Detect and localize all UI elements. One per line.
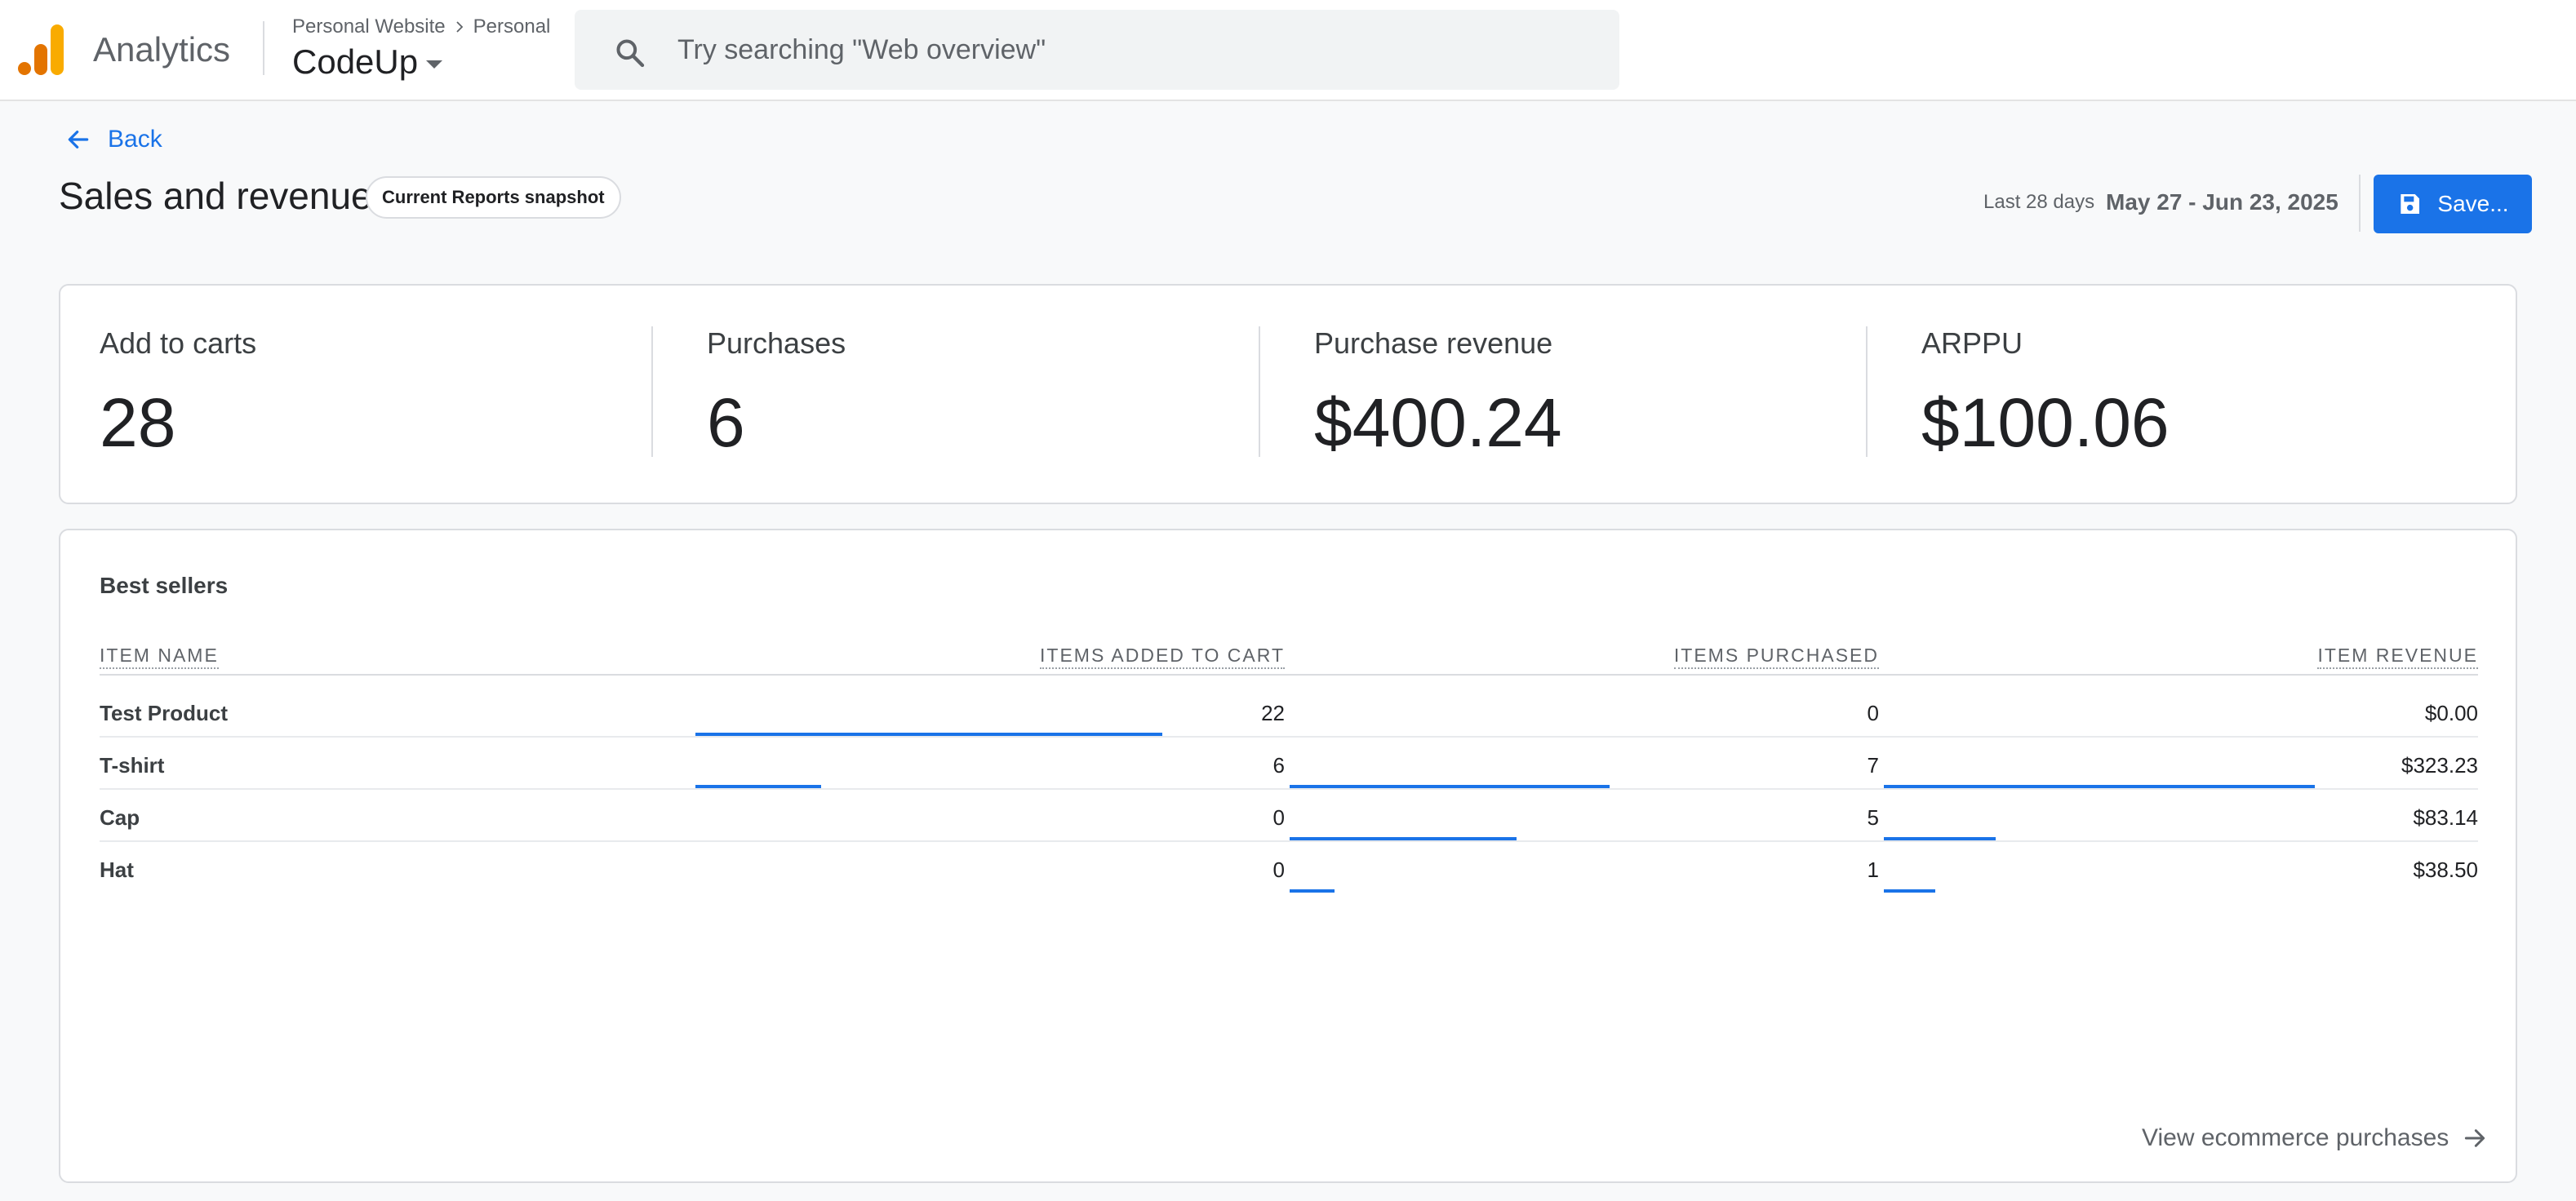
item-revenue-bar: [1884, 785, 2315, 788]
kpi-arppu[interactable]: ARPPU $100.06: [1882, 286, 2489, 503]
kpi-value: $400.24: [1314, 384, 1562, 461]
date-range-label[interactable]: Last 28 days: [1983, 191, 2094, 214]
column-header-items-added-to-cart[interactable]: ITEMS ADDED TO CART: [1040, 645, 1285, 669]
property-name: CodeUp: [292, 42, 419, 81]
back-link[interactable]: Back: [65, 126, 162, 153]
kpi-label: Purchases: [707, 326, 846, 360]
items-added-bar: [695, 785, 821, 788]
view-ecommerce-purchases-link[interactable]: View ecommerce purchases: [2142, 1124, 2488, 1152]
table-header: ITEM NAME ITEMS ADDED TO CART ITEMS PURC…: [100, 645, 2478, 676]
items-added-bar: [695, 733, 1162, 736]
search-bar[interactable]: [575, 10, 1619, 90]
app-title: Analytics: [93, 30, 231, 69]
kpi-value: 28: [100, 384, 176, 461]
items-purchased-value: 0: [1867, 701, 1879, 725]
kpi-summary-card: Add to carts 28 Purchases 6 Purchase rev…: [59, 284, 2517, 504]
item-revenue-value: $83.14: [2413, 805, 2478, 830]
kpi-purchases[interactable]: Purchases 6: [668, 286, 1275, 503]
table-row[interactable]: T-shirt 6 7 $323.23: [100, 738, 2478, 790]
search-input[interactable]: [677, 29, 1575, 70]
item-revenue-bar: [1884, 889, 1935, 893]
items-purchased-bar: [1290, 837, 1517, 840]
breadcrumb[interactable]: Personal Website Personal: [292, 15, 550, 39]
table-row[interactable]: Cap 0 5 $83.14: [100, 790, 2478, 842]
items-added-value: 22: [1261, 701, 1285, 725]
table-row[interactable]: Test Product 22 0 $0.00: [100, 685, 2478, 738]
column-header-item-name[interactable]: ITEM NAME: [100, 645, 219, 669]
divider: [651, 326, 653, 457]
save-button[interactable]: Save...: [2374, 175, 2532, 233]
table-row[interactable]: Hat 0 1 $38.50: [100, 842, 2478, 894]
arrow-forward-icon: [2465, 1129, 2485, 1147]
property-selector[interactable]: CodeUp: [292, 41, 443, 83]
kpi-add-to-carts[interactable]: Add to carts 28: [60, 286, 668, 503]
breadcrumb-property-group: Personal: [473, 16, 551, 38]
divider: [263, 21, 264, 75]
divider: [1259, 326, 1260, 457]
items-added-value: 0: [1272, 858, 1285, 882]
date-range-value[interactable]: May 27 - Jun 23, 2025: [2106, 189, 2338, 215]
save-label: Save...: [2437, 191, 2509, 216]
items-purchased-value: 7: [1867, 753, 1879, 778]
kpi-value: $100.06: [1921, 384, 2170, 461]
snapshot-chip[interactable]: Current Reports snapshot: [366, 176, 621, 219]
chevron-right-icon: [456, 21, 463, 33]
divider: [1866, 326, 1868, 457]
items-added-value: 0: [1272, 805, 1285, 830]
best-sellers-card: Best sellers ITEM NAME ITEMS ADDED TO CA…: [59, 529, 2517, 1183]
items-purchased-bar: [1290, 889, 1335, 893]
caret-down-icon: [426, 60, 443, 69]
kpi-value: 6: [707, 384, 745, 461]
items-added-value: 6: [1272, 753, 1285, 778]
item-name: Test Product: [100, 701, 228, 725]
kpi-label: Add to carts: [100, 326, 257, 360]
item-name: T-shirt: [100, 753, 165, 778]
divider: [2359, 175, 2361, 232]
analytics-logo-icon[interactable]: [18, 24, 64, 75]
item-revenue-value: $38.50: [2413, 858, 2478, 882]
column-header-item-revenue[interactable]: ITEM REVENUE: [2317, 645, 2478, 669]
column-header-items-purchased[interactable]: ITEMS PURCHASED: [1673, 645, 1879, 669]
top-app-bar: Analytics Personal Website Personal Code…: [0, 0, 2576, 101]
arrow-back-icon: [68, 131, 89, 148]
kpi-label: ARPPU: [1921, 326, 2023, 360]
items-purchased-value: 5: [1867, 805, 1879, 830]
back-label: Back: [108, 126, 162, 153]
items-purchased-bar: [1290, 785, 1610, 788]
item-name: Hat: [100, 858, 134, 882]
item-revenue-bar: [1884, 837, 1996, 840]
item-name: Cap: [100, 805, 140, 830]
breadcrumb-account: Personal Website: [292, 16, 446, 38]
kpi-purchase-revenue[interactable]: Purchase revenue $400.24: [1275, 286, 1882, 503]
card-title: Best sellers: [100, 573, 229, 598]
save-icon: [2401, 194, 2420, 214]
items-purchased-value: 1: [1867, 858, 1879, 882]
page-title: Sales and revenue: [59, 175, 372, 217]
item-revenue-value: $323.23: [2401, 753, 2478, 778]
kpi-label: Purchase revenue: [1314, 326, 1553, 360]
view-link-label: View ecommerce purchases: [2142, 1124, 2449, 1151]
item-revenue-value: $0.00: [2424, 701, 2478, 725]
search-icon: [616, 39, 645, 68]
